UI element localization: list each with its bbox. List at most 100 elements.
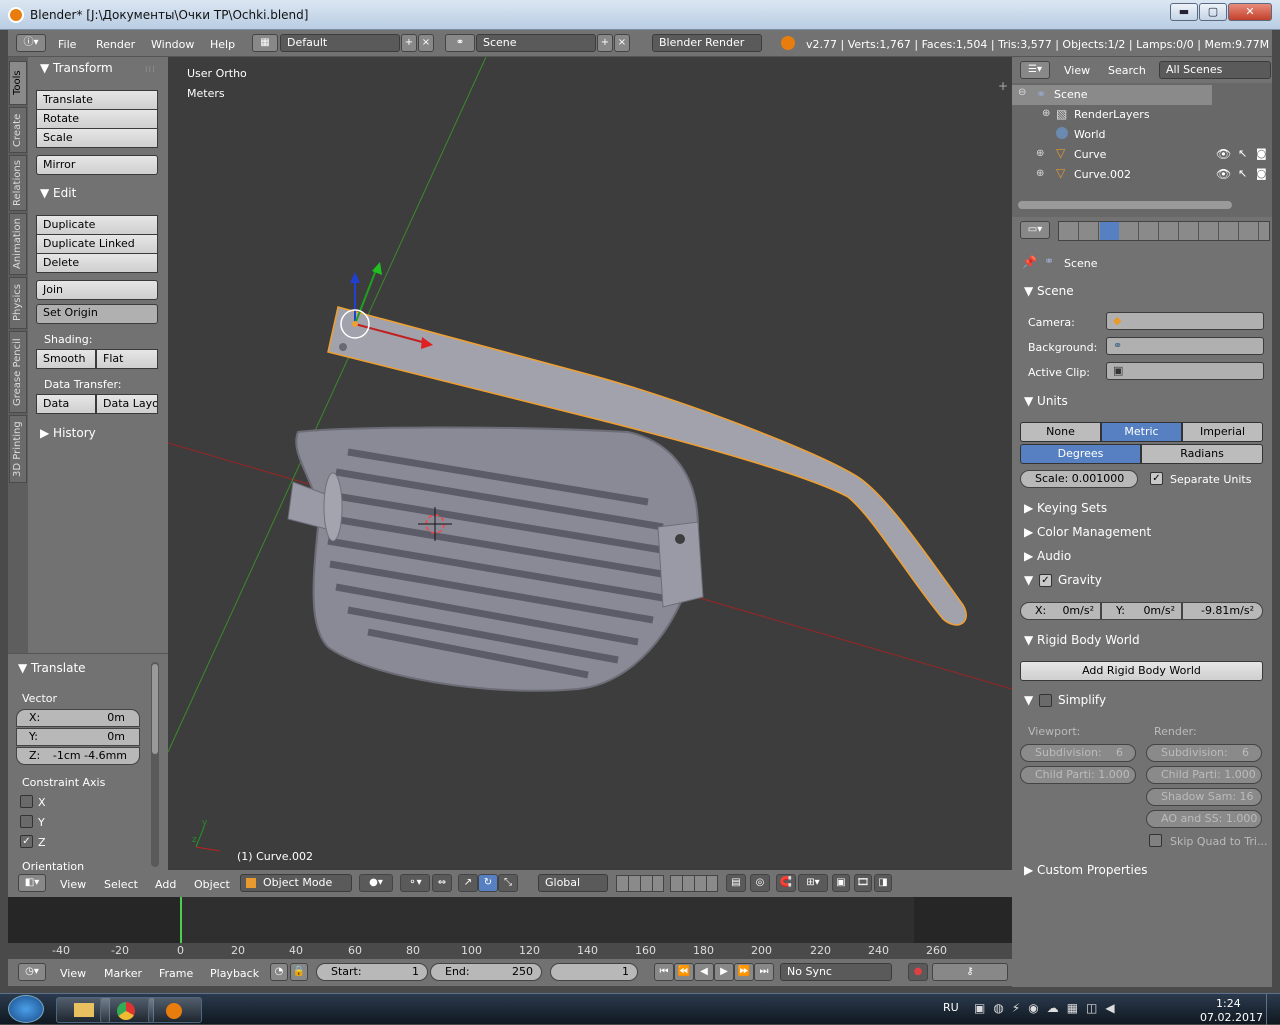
degrees-toggle[interactable]: Degrees: [1020, 444, 1141, 464]
outliner-item-curve[interactable]: Curve: [1074, 148, 1106, 161]
constraint-z-checkbox[interactable]: ✓: [20, 835, 33, 848]
keying-set-icon[interactable]: ⚷: [932, 963, 1008, 981]
edit-panel-header[interactable]: ▼ Edit: [40, 186, 76, 200]
expand-icon[interactable]: ⊕: [1042, 108, 1050, 119]
select-arrow-icon[interactable]: ↖: [1238, 167, 1247, 180]
select-arrow-icon[interactable]: ↖: [1238, 147, 1247, 160]
transform-panel-header[interactable]: ▼ Transform: [40, 61, 113, 75]
close-button[interactable]: ✕: [1228, 3, 1272, 21]
outliner-item-curve-002[interactable]: Curve.002: [1074, 168, 1131, 181]
editor-type-properties-icon[interactable]: ▭▾: [1020, 221, 1050, 239]
timeline-area[interactable]: -40 -20 0 20 40 60 80 100 120 140 160 18…: [8, 897, 1012, 959]
tab-relations[interactable]: Relations: [9, 155, 27, 211]
rotate-manipulator-icon[interactable]: ↻: [478, 874, 498, 892]
timeline-menu-frame[interactable]: Frame: [159, 967, 193, 980]
render-camera-icon[interactable]: ◙: [1256, 167, 1267, 180]
radians-toggle[interactable]: Radians: [1141, 444, 1263, 464]
current-frame-field[interactable]: 1: [550, 963, 638, 981]
timeline-menu-marker[interactable]: Marker: [104, 967, 142, 980]
editor-type-3d-icon[interactable]: ◧▾: [18, 874, 46, 892]
add-rigid-body-world-button[interactable]: Add Rigid Body World: [1020, 661, 1263, 681]
shadow-samples-field[interactable]: Shadow Sam: 16: [1146, 788, 1262, 806]
scene-section-header[interactable]: ▼ Scene: [1024, 284, 1074, 298]
menu-help[interactable]: Help: [210, 38, 235, 51]
collapse-icon[interactable]: ⊖: [1018, 87, 1026, 98]
screen-layout-icon[interactable]: ▦: [252, 34, 278, 52]
preview-range-icon[interactable]: ◔: [270, 963, 288, 981]
clock-time[interactable]: 1:24: [1216, 997, 1241, 1010]
layers-grid-2[interactable]: [670, 875, 718, 892]
constraint-y-checkbox[interactable]: [20, 815, 33, 828]
current-frame-indicator[interactable]: [180, 897, 182, 943]
viewport-child-particles-field[interactable]: Child Parti: 1.000: [1020, 766, 1136, 784]
timeline-menu-playback[interactable]: Playback: [210, 967, 259, 980]
menu-view[interactable]: View: [60, 878, 86, 891]
clock-date[interactable]: 07.02.2017: [1200, 1011, 1263, 1024]
editor-type-outliner-icon[interactable]: ☰▾: [1020, 61, 1050, 79]
record-icon[interactable]: ●: [908, 963, 928, 981]
viewport-shading-icon[interactable]: ●▾: [359, 874, 393, 892]
scale-manipulator-icon[interactable]: ⤡: [498, 874, 518, 892]
start-button[interactable]: [8, 995, 44, 1023]
opengl-render-icon[interactable]: ▣: [832, 874, 850, 892]
join-button[interactable]: Join: [36, 280, 158, 300]
lock-range-icon[interactable]: 🔒: [290, 963, 308, 981]
visibility-eye-icon[interactable]: 👁: [1216, 167, 1231, 181]
duplicate-linked-button[interactable]: Duplicate Linked: [36, 234, 158, 254]
editor-type-info-icon[interactable]: ⓘ▾: [16, 34, 46, 52]
menu-file[interactable]: File: [58, 38, 76, 51]
expand-icon[interactable]: ⊕: [1036, 168, 1044, 179]
vector-x-field[interactable]: X: 0m: [16, 709, 140, 727]
editor-type-timeline-icon[interactable]: ◷▾: [18, 963, 46, 981]
flat-button[interactable]: Flat: [96, 349, 158, 369]
tray-icons[interactable]: ▣◍⚡◉☁▦◫◀: [974, 1001, 1123, 1015]
maximize-button[interactable]: ▢: [1199, 3, 1227, 21]
separate-units-checkbox[interactable]: ✓: [1150, 472, 1163, 485]
minimize-button[interactable]: ▬: [1170, 3, 1198, 21]
delete-button[interactable]: Delete: [36, 253, 158, 273]
translate-redo-header[interactable]: ▼ Translate: [18, 661, 86, 675]
remove-layout-icon[interactable]: ×: [418, 34, 434, 52]
redo-scrollbar[interactable]: [151, 662, 159, 867]
tab-physics[interactable]: Physics: [9, 277, 27, 329]
outliner-menu-search[interactable]: Search: [1108, 64, 1146, 77]
blender-taskbar-icon[interactable]: [148, 997, 202, 1023]
tab-create[interactable]: Create: [9, 107, 27, 153]
vector-y-field[interactable]: Y: 0m: [16, 728, 140, 746]
history-panel-header[interactable]: ▶ History: [40, 426, 96, 440]
outliner-filter-select[interactable]: All Scenes: [1159, 61, 1271, 79]
tab-grease-pencil[interactable]: Grease Pencil: [9, 331, 27, 413]
unit-scale-field[interactable]: Scale: 0.001000: [1020, 470, 1138, 488]
mode-select[interactable]: Object Mode: [240, 874, 352, 892]
translate-manipulator-icon[interactable]: ↗: [458, 874, 478, 892]
scene-context-tab-icon[interactable]: [1100, 222, 1119, 240]
gravity-y-field[interactable]: Y: 0m/s²: [1101, 602, 1182, 620]
duplicate-button[interactable]: Duplicate: [36, 215, 158, 235]
start-frame-field[interactable]: Start: 1: [316, 963, 428, 981]
rotate-button[interactable]: Rotate: [36, 109, 158, 129]
custom-properties-header[interactable]: ▶ Custom Properties: [1024, 863, 1147, 877]
play-reverse-icon[interactable]: ◀: [694, 963, 714, 981]
unit-none-toggle[interactable]: None: [1020, 422, 1101, 442]
pin-icon[interactable]: 📌: [1022, 255, 1037, 269]
tab-tools[interactable]: Tools: [9, 61, 27, 105]
render-camera-icon[interactable]: ◙: [1256, 147, 1267, 160]
render-engine-select[interactable]: Blender Render: [652, 34, 762, 52]
show-desktop-button[interactable]: [1266, 994, 1280, 1025]
skip-quad-checkbox[interactable]: [1149, 834, 1162, 847]
end-frame-field[interactable]: End: 250: [430, 963, 542, 981]
tab-animation[interactable]: Animation: [9, 213, 27, 275]
render-subdivision-field[interactable]: Subdivision: 6: [1146, 744, 1262, 762]
outliner-item-world[interactable]: World: [1074, 128, 1106, 141]
add-scene-icon[interactable]: +: [597, 34, 613, 52]
input-language[interactable]: RU: [943, 1001, 959, 1014]
menu-window[interactable]: Window: [151, 38, 194, 51]
active-clip-field[interactable]: ▣: [1106, 362, 1264, 380]
menu-add[interactable]: Add: [155, 878, 176, 891]
add-layout-icon[interactable]: +: [401, 34, 417, 52]
opengl-anim-icon[interactable]: 🎞: [854, 874, 872, 892]
snap-toggle-icon[interactable]: 🧲: [776, 874, 796, 892]
render-child-particles-field[interactable]: Child Parti: 1.000: [1146, 766, 1262, 784]
visibility-eye-icon[interactable]: 👁: [1216, 147, 1231, 161]
scale-button[interactable]: Scale: [36, 128, 158, 148]
